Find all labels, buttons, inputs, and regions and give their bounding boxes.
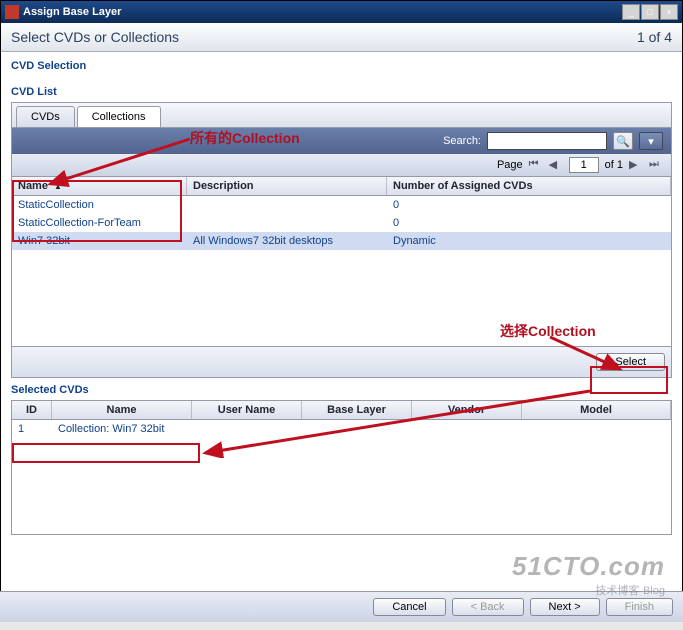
tab-collections[interactable]: Collections	[77, 106, 161, 127]
back-button[interactable]: < Back	[452, 598, 524, 616]
table-row[interactable]: 1 Collection: Win7 32bit	[12, 420, 671, 438]
pager-input[interactable]	[569, 157, 599, 173]
finish-button[interactable]: Finish	[606, 598, 673, 616]
grid-body: StaticCollection 0 StaticCollection-ForT…	[12, 196, 671, 346]
tab-cvds[interactable]: CVDs	[16, 106, 75, 127]
search-input[interactable]	[487, 132, 607, 150]
pager-of-label: of 1	[605, 159, 623, 171]
col-base-layer[interactable]: Base Layer	[302, 401, 412, 419]
select-button[interactable]: Select	[596, 353, 665, 371]
selected-cvds-label: Selected CVDs	[11, 384, 672, 396]
next-button[interactable]: Next >	[530, 598, 600, 616]
selected-grid-header: ID Name User Name Base Layer Vendor Mode…	[12, 401, 671, 420]
pager-next-icon[interactable]: ▶	[629, 158, 643, 172]
col-description[interactable]: Description	[187, 177, 387, 195]
col-user-name[interactable]: User Name	[192, 401, 302, 419]
table-row[interactable]: StaticCollection-ForTeam 0	[12, 214, 671, 232]
cancel-button[interactable]: Cancel	[373, 598, 445, 616]
filter-button[interactable]: ▾	[639, 132, 663, 150]
cvd-list-label: CVD List	[11, 86, 672, 98]
select-bar: Select	[11, 347, 672, 378]
pager-prev-icon[interactable]: ◀	[549, 158, 563, 172]
watermark: 51CTO.com 技术博客 Blog	[512, 551, 665, 598]
page-title: Select CVDs or Collections	[11, 29, 179, 45]
step-indicator: 1 of 4	[637, 29, 672, 45]
section-cvd-selection: CVD Selection	[1, 52, 682, 76]
minimize-button[interactable]: _	[622, 4, 640, 20]
close-button[interactable]: ×	[660, 4, 678, 20]
titlebar: Assign Base Layer _ □ ×	[1, 1, 682, 23]
table-row[interactable]: Win7 32bit All Windows7 32bit desktops D…	[12, 232, 671, 250]
cvd-list-panel: CVDs Collections Search: 🔍 ▾ Page ⏮ ◀ of…	[11, 102, 672, 347]
maximize-button[interactable]: □	[641, 4, 659, 20]
search-button[interactable]: 🔍	[613, 132, 633, 150]
magnifier-icon: 🔍	[616, 135, 630, 148]
col-assigned-cvds[interactable]: Number of Assigned CVDs	[387, 177, 671, 195]
sort-asc-icon: ▲	[54, 182, 62, 191]
pager-page-label: Page	[497, 159, 523, 171]
col-name[interactable]: Name▲	[12, 177, 187, 195]
wizard-header: Select CVDs or Collections 1 of 4	[1, 23, 682, 52]
table-row[interactable]: StaticCollection 0	[12, 196, 671, 214]
app-icon	[5, 5, 19, 19]
col-id[interactable]: ID	[12, 401, 52, 419]
search-label: Search:	[443, 135, 481, 147]
grid-header: Name▲ Description Number of Assigned CVD…	[12, 177, 671, 196]
window-title: Assign Base Layer	[23, 6, 121, 18]
pager-first-icon[interactable]: ⏮	[529, 158, 543, 172]
col-model[interactable]: Model	[522, 401, 671, 419]
funnel-icon: ▾	[648, 135, 654, 148]
selected-cvds-panel: ID Name User Name Base Layer Vendor Mode…	[11, 400, 672, 535]
col-sel-name[interactable]: Name	[52, 401, 192, 419]
col-vendor[interactable]: Vendor	[412, 401, 522, 419]
pager-last-icon[interactable]: ⏭	[649, 158, 663, 172]
